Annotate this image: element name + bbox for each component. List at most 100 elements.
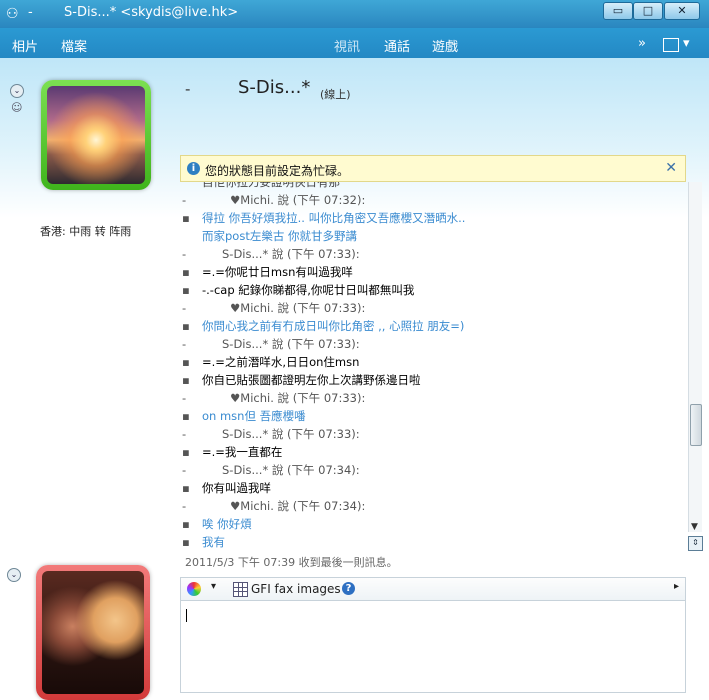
chat-line-text: -.-cap 紀錄你睇都得,你呢廿日叫都無叫我 bbox=[202, 283, 415, 297]
chat-history[interactable]: 自佢你拉力妥證明俠日有那 - ♥Michi. 說 (下午 07:32): ▪ 得拉 你… bbox=[182, 182, 687, 550]
emoticon-color-icon[interactable] bbox=[187, 582, 201, 596]
chat-bullet: ▪ bbox=[182, 535, 190, 549]
collapse-self-icon[interactable]: ⌄ bbox=[7, 568, 21, 582]
menu-bar: 相片 檔案 視訊 通話 遊戲 » ▾ bbox=[0, 28, 709, 58]
title-bar: ⚇ - S-Dis...* <skydis@live.hk> ▭ □ ✕ bbox=[0, 0, 709, 28]
chat-sender-header: - S-Dis...* 說 (下午 07:33): bbox=[182, 335, 360, 353]
chat-line-text: ♥Michi. 說 (下午 07:32): bbox=[230, 193, 366, 207]
chat-message: ▪ on msn但 吾應櫻噃 bbox=[182, 407, 306, 425]
menu-files[interactable]: 檔案 bbox=[61, 36, 87, 55]
dropdown-arrow-icon[interactable]: ▾ bbox=[211, 581, 216, 592]
chat-sender-header: - ♥Michi. 說 (下午 07:33): bbox=[182, 389, 365, 407]
message-input[interactable] bbox=[180, 601, 686, 693]
chat-line-text: 我有 bbox=[202, 535, 225, 549]
window-title: S-Dis...* <skydis@live.hk> bbox=[64, 5, 239, 20]
title-dash: - bbox=[28, 5, 33, 20]
menu-overflow-button[interactable]: » bbox=[638, 36, 646, 51]
chat-line-text: 得拉 你吾好煩我拉.. 叫你比角密又吾應櫻又潛晒水.. bbox=[202, 211, 466, 225]
chat-bullet: ▪ bbox=[182, 283, 190, 297]
self-avatar[interactable] bbox=[36, 565, 150, 700]
chat-bullet: ▪ bbox=[182, 355, 190, 369]
chat-bullet: - bbox=[182, 499, 187, 513]
chat-line-text: ♥Michi. 說 (下午 07:33): bbox=[230, 391, 366, 405]
chat-sender-header: - ♥Michi. 說 (下午 07:33): bbox=[182, 299, 365, 317]
chat-bullet: - bbox=[182, 247, 187, 261]
info-icon: i bbox=[187, 162, 200, 175]
chat-bullet: - bbox=[182, 427, 187, 441]
chat-message: ▪ 你有叫過我咩 bbox=[182, 479, 271, 497]
chat-bullet: - bbox=[182, 391, 187, 405]
chat-line-text: =.=我一直都在 bbox=[202, 445, 283, 459]
chat-line-text: 唉 你好煩 bbox=[202, 517, 252, 531]
gfi-fax-images-button[interactable]: GFI fax images bbox=[251, 582, 341, 596]
text-caret bbox=[186, 609, 187, 622]
chat-bullet: ▪ bbox=[182, 409, 190, 423]
chat-sender-header: - ♥Michi. 說 (下午 07:34): bbox=[182, 497, 365, 515]
expand-history-icon[interactable]: ⇕ bbox=[688, 536, 703, 551]
chat-bullet: ▪ bbox=[182, 211, 190, 225]
notice-close-button[interactable]: ✕ bbox=[665, 160, 677, 176]
chat-line-text: on msn但 吾應櫻噃 bbox=[202, 409, 306, 423]
messenger-icon[interactable]: ⚇ bbox=[6, 6, 19, 22]
contact-avatar[interactable] bbox=[41, 80, 151, 190]
compose-toolbar: ▾ GFI fax images ? ▸ bbox=[180, 577, 686, 601]
options-chevron-icon[interactable]: ▾ bbox=[683, 36, 690, 51]
help-icon[interactable]: ? bbox=[342, 582, 355, 595]
sunset-picture bbox=[47, 86, 145, 184]
notice-text: 您的狀態目前設定為忙碌。 bbox=[205, 164, 350, 178]
chat-bullet: ▪ bbox=[182, 481, 190, 495]
chat-bullet: ▪ bbox=[182, 445, 190, 459]
contact-name: S-Dis...* bbox=[238, 77, 311, 98]
last-received-timestamp: 2011/5/3 下午 07:39 收到最後一則訊息。 bbox=[185, 556, 398, 569]
menu-photos[interactable]: 相片 bbox=[12, 36, 38, 55]
chat-line-text: ♥Michi. 說 (下午 07:34): bbox=[230, 499, 366, 513]
close-button[interactable]: ✕ bbox=[664, 2, 700, 20]
chat-bullet: - bbox=[182, 337, 187, 351]
contact-card-icon[interactable]: ☺ bbox=[11, 101, 22, 114]
chat-line-text: S-Dis...* 說 (下午 07:33): bbox=[222, 337, 360, 351]
contact-dash: - bbox=[185, 80, 191, 98]
scrollbar-thumb[interactable] bbox=[690, 404, 702, 446]
chat-message: ▪ 唉 你好煩 bbox=[182, 515, 252, 533]
chat-line-text: S-Dis...* 說 (下午 07:34): bbox=[222, 463, 360, 477]
collapse-contact-icon[interactable]: ⌄ bbox=[10, 84, 24, 98]
chat-bullet: - bbox=[182, 463, 187, 477]
chat-message: ▪ 得拉 你吾好煩我拉.. 叫你比角密又吾應櫻又潛晒水.. bbox=[182, 209, 465, 227]
chat-message: ▪ =.=之前潛咩水,日日on住msn bbox=[182, 353, 359, 371]
chat-message: ▪ =.=我一直都在 bbox=[182, 443, 282, 461]
chat-bullet: ▪ bbox=[182, 517, 190, 531]
chat-message: ▪ -.-cap 紀錄你睇都得,你呢廿日叫都無叫我 bbox=[182, 281, 414, 299]
contact-weather: 香港: 中雨 转 阵雨 bbox=[40, 225, 132, 238]
chat-line-text: 而家post左樂古 你就甘多野講 bbox=[202, 229, 357, 243]
chat-bullet: - bbox=[182, 193, 187, 207]
chat-sender-header: - S-Dis...* 說 (下午 07:33): bbox=[182, 245, 360, 263]
chat-bullet: ▪ bbox=[182, 319, 190, 333]
toolbar-more-arrow-icon[interactable]: ▸ bbox=[674, 581, 679, 592]
chat-message: 而家post左樂古 你就甘多野講 bbox=[182, 227, 357, 245]
scroll-down-arrow-icon[interactable]: ▼ bbox=[691, 522, 698, 532]
chat-message: ▪ 你自已貼張圖都證明左你上次講野係邊日啦 bbox=[182, 371, 421, 389]
busy-status-notice: i 您的狀態目前設定為忙碌。 ✕ bbox=[180, 155, 686, 182]
maximize-button[interactable]: □ bbox=[633, 2, 663, 20]
chat-line-text: 你自已貼張圖都證明左你上次講野係邊日啦 bbox=[202, 373, 421, 387]
chat-scrollbar[interactable]: ▼ bbox=[688, 182, 702, 532]
chat-partial-line: 自佢你拉力妥證明俠日有那 bbox=[202, 182, 340, 189]
menu-games[interactable]: 遊戲 bbox=[432, 36, 458, 55]
minimize-button[interactable]: ▭ bbox=[603, 2, 633, 20]
chat-sender-header: - ♥Michi. 說 (下午 07:32): bbox=[182, 191, 365, 209]
chat-line-text: S-Dis...* 說 (下午 07:33): bbox=[222, 247, 360, 261]
contact-status: (線上) bbox=[320, 88, 351, 101]
chat-line-text: ♥Michi. 說 (下午 07:33): bbox=[230, 301, 366, 315]
menu-video[interactable]: 視訊 bbox=[334, 36, 360, 55]
menu-call[interactable]: 通話 bbox=[384, 36, 410, 55]
chat-sender-header: - S-Dis...* 說 (下午 07:34): bbox=[182, 461, 360, 479]
display-options-icon[interactable] bbox=[663, 38, 679, 52]
chat-bullet: - bbox=[182, 301, 187, 315]
chat-line-text: 你問心我之前有冇成日叫你比角密 ,, 心照拉 朋友=) bbox=[202, 319, 465, 333]
chat-message: ▪ 你問心我之前有冇成日叫你比角密 ,, 心照拉 朋友=) bbox=[182, 317, 464, 335]
fax-images-icon[interactable] bbox=[233, 582, 248, 597]
chat-bullet: ▪ bbox=[182, 265, 190, 279]
self-picture bbox=[42, 571, 144, 694]
chat-sender-header: - S-Dis...* 說 (下午 07:33): bbox=[182, 425, 360, 443]
chat-line-text: =.=你呢廿日msn有叫過我咩 bbox=[202, 265, 353, 279]
